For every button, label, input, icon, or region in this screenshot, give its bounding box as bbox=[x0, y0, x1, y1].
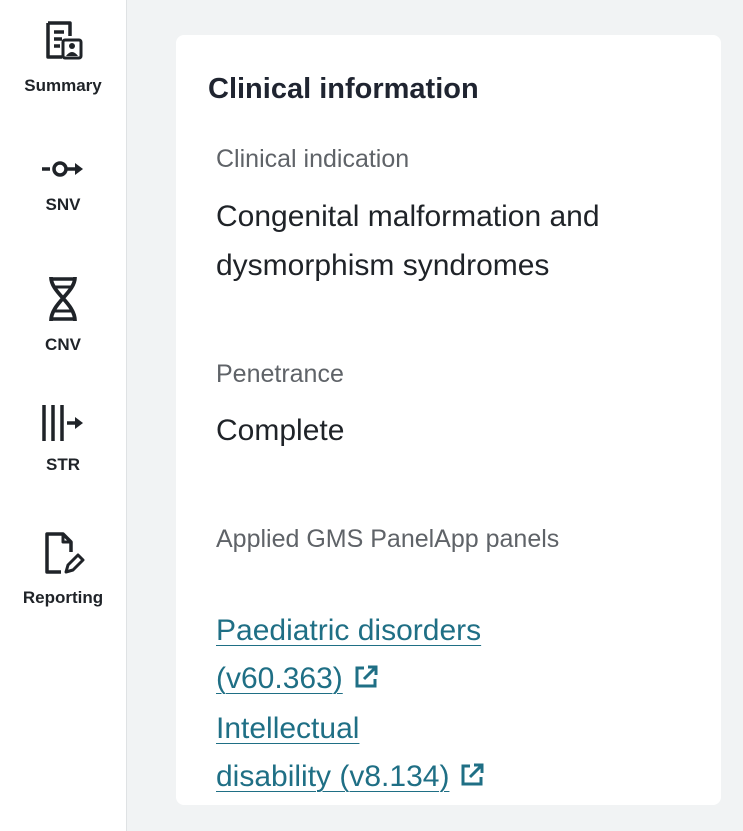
summary-icon bbox=[46, 21, 83, 60]
sidebar-item-label: STR bbox=[46, 455, 80, 474]
sidebar-item-snv[interactable]: SNV bbox=[0, 155, 126, 215]
panel-link-text: Paediatric disorders bbox=[216, 614, 482, 647]
panels-label: Applied GMS PanelApp panels bbox=[216, 525, 560, 553]
dna-icon bbox=[49, 276, 77, 322]
str-icon bbox=[42, 405, 83, 441]
penetrance-value: Complete bbox=[216, 414, 345, 447]
panel-link-intellectual-disability[interactable]: Intellectual disability (v8.134) bbox=[216, 705, 546, 803]
external-link-icon bbox=[459, 755, 485, 803]
report-edit-icon bbox=[45, 532, 85, 574]
sidebar-item-label: Reporting bbox=[22, 588, 104, 607]
sidebar-item-summary[interactable]: Summary bbox=[0, 20, 126, 96]
sidebar-item-label: Summary bbox=[24, 76, 102, 95]
card-title: Clinical information bbox=[208, 73, 479, 105]
panel-link-paediatric-disorders[interactable]: Paediatric disorders (v60.363) bbox=[216, 607, 546, 705]
snv-icon bbox=[42, 161, 83, 177]
sidebar: Summary SNV CNV STR Reporting bbox=[0, 0, 127, 831]
panel-link-version: disability (v8.134) bbox=[216, 760, 450, 793]
sidebar-item-cnv[interactable]: CNV bbox=[0, 275, 126, 355]
clinical-indication-value: Congenital malformation and dysmorphism … bbox=[216, 200, 600, 282]
sidebar-item-label: CNV bbox=[45, 335, 81, 354]
sidebar-item-label: SNV bbox=[45, 195, 81, 214]
penetrance-label: Penetrance bbox=[216, 360, 344, 388]
panel-link-text: Intellectual bbox=[216, 712, 360, 745]
panel-links: Paediatric disorders (v60.363) Intellect… bbox=[216, 607, 546, 803]
clinical-information-card: Clinical information Clinical indication… bbox=[176, 35, 721, 805]
clinical-indication-label: Clinical indication bbox=[216, 145, 410, 173]
sidebar-item-reporting[interactable]: Reporting bbox=[0, 530, 126, 608]
panel-link-version: (v60.363) bbox=[216, 662, 343, 695]
external-link-icon bbox=[353, 657, 379, 705]
sidebar-item-str[interactable]: STR bbox=[0, 403, 126, 475]
